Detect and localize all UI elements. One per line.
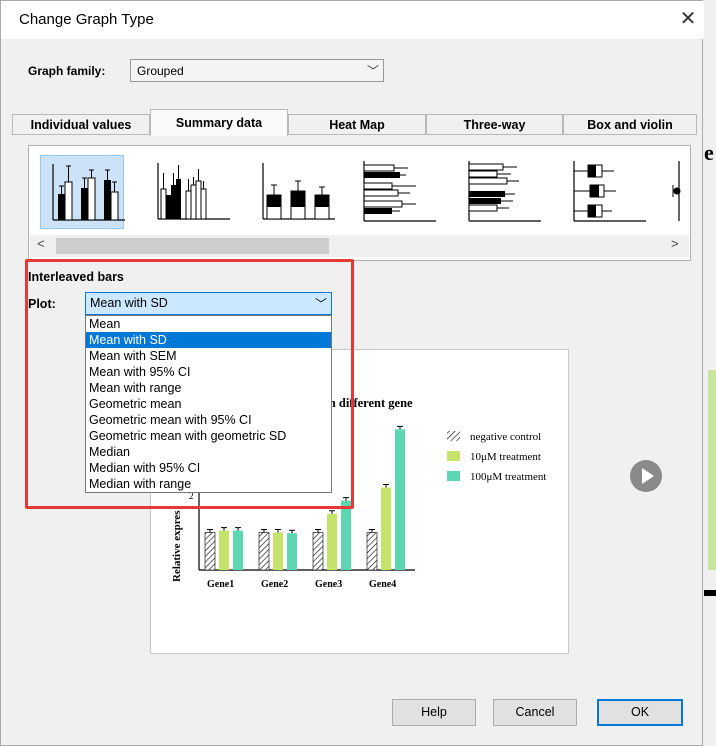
- chart-bar: [204, 532, 216, 571]
- graph-type-gallery: < >: [28, 145, 691, 261]
- chart-bar: [273, 532, 283, 570]
- tab-panel-border: [11, 134, 697, 135]
- plot-option[interactable]: Median with 95% CI: [86, 460, 331, 476]
- x-tick-label: Gene3: [315, 579, 342, 590]
- title-bar: Change Graph Type ✕: [1, 1, 704, 39]
- plot-option[interactable]: Geometric mean with 95% CI: [86, 412, 331, 428]
- graph-family-value: Grouped: [137, 64, 184, 78]
- thumb-interleaved-bars[interactable]: [40, 155, 125, 229]
- scrollbar-thumb[interactable]: [56, 238, 329, 254]
- plot-dropdown-list: Mean Mean with SD Mean with SEM Mean with 9…: [85, 315, 332, 493]
- graph-type-name: Interleaved bars: [28, 270, 124, 284]
- chart-bar: [233, 530, 243, 570]
- chevron-right-icon[interactable]: >: [671, 236, 679, 251]
- x-tick-label: Gene1: [207, 579, 234, 590]
- preview-ylabel: Relative expres: [171, 510, 183, 582]
- plot-option[interactable]: Geometric mean with geometric SD: [86, 428, 331, 444]
- close-icon[interactable]: ✕: [677, 8, 699, 30]
- tab-box-and-violin[interactable]: Box and violin: [563, 114, 697, 134]
- thumb-stacked-bars[interactable]: [251, 155, 335, 229]
- ok-button[interactable]: OK: [597, 699, 683, 726]
- plot-option[interactable]: Median: [86, 444, 331, 460]
- legend-label: 10μM treatment: [470, 451, 541, 463]
- chart-bar: [312, 532, 324, 571]
- change-graph-type-dialog: Change Graph Type ✕ Graph family: Groupe…: [0, 0, 704, 746]
- chart-bar: [395, 429, 405, 570]
- tab-three-way[interactable]: Three-way: [426, 114, 563, 134]
- x-tick-label: Gene2: [261, 579, 288, 590]
- chevron-down-icon: ﹀: [315, 297, 328, 311]
- thumb-horizontal-grouped-bars[interactable]: [461, 155, 545, 229]
- plot-select[interactable]: Mean with SD ﹀: [85, 292, 332, 315]
- chart-bar: [219, 530, 229, 570]
- legend-label: 100μM treatment: [470, 471, 546, 483]
- chart-bar: [287, 533, 297, 570]
- background-chart-fragment: [708, 370, 716, 570]
- cancel-button[interactable]: Cancel: [493, 699, 577, 726]
- plot-option[interactable]: Mean with SEM: [86, 348, 331, 364]
- plot-option[interactable]: Median with range: [86, 476, 331, 492]
- thumb-partial-dot-plot[interactable]: [671, 155, 689, 229]
- plot-option[interactable]: Mean with SD: [86, 332, 331, 348]
- thumb-grouped-bars-three[interactable]: [146, 155, 230, 229]
- background-text-fragment: e: [704, 140, 714, 165]
- chevron-left-icon[interactable]: <: [37, 236, 45, 251]
- legend-swatch: [447, 431, 460, 441]
- tab-heat-map[interactable]: Heat Map: [288, 114, 426, 134]
- plot-option[interactable]: Mean with 95% CI: [86, 364, 331, 380]
- legend-swatch: [447, 471, 460, 481]
- tab-individual-values[interactable]: Individual values: [12, 114, 150, 134]
- x-tick-label: Gene4: [369, 579, 396, 590]
- plot-label: Plot:: [28, 297, 56, 311]
- dialog-title: Change Graph Type: [19, 11, 154, 28]
- play-icon[interactable]: [630, 460, 662, 492]
- chart-bar: [327, 513, 337, 570]
- chart-bar: [381, 487, 391, 570]
- legend-label: negative control: [470, 431, 541, 443]
- plot-option[interactable]: Mean with range: [86, 380, 331, 396]
- chevron-down-icon: ﹀: [367, 64, 380, 78]
- graph-family-select[interactable]: Grouped ﹀: [130, 59, 384, 82]
- tab-summary-data[interactable]: Summary data: [150, 109, 288, 136]
- chart-bar: [258, 532, 270, 571]
- graph-family-label: Graph family:: [28, 64, 106, 78]
- plot-option[interactable]: Geometric mean: [86, 396, 331, 412]
- thumb-horizontal-floating-bars[interactable]: [566, 155, 650, 229]
- legend-swatch: [447, 451, 460, 461]
- chart-bar: [341, 500, 351, 570]
- background-line-fragment: [704, 590, 716, 596]
- help-button[interactable]: Help: [392, 699, 476, 726]
- thumb-horizontal-interleaved-bars[interactable]: [356, 155, 440, 229]
- plot-option[interactable]: Mean: [86, 316, 331, 332]
- plot-select-value: Mean with SD: [90, 296, 168, 310]
- chart-bar: [366, 532, 378, 571]
